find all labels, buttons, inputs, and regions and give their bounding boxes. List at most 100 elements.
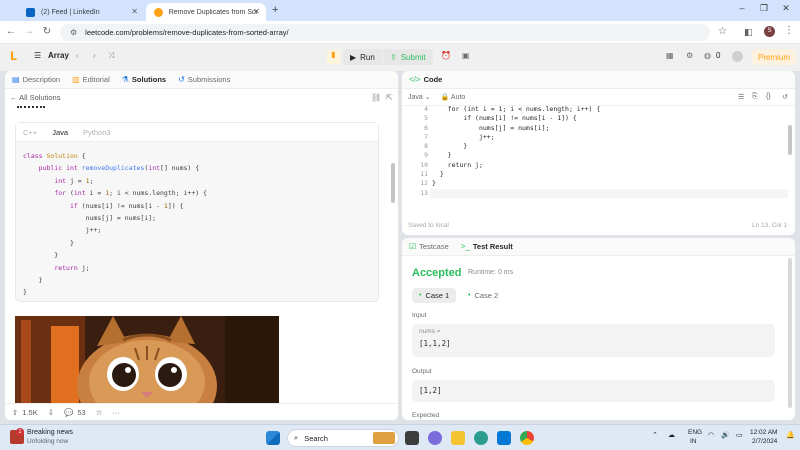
back-icon[interactable]: ← (4, 26, 18, 37)
editor-code[interactable]: for (int i = 1; i < nums.length; i++) { … (432, 105, 600, 198)
close-icon[interactable]: ✕ (131, 7, 138, 16)
chevron-up-icon[interactable]: ⌃ (652, 431, 658, 439)
tab-description[interactable]: ▤ Description (12, 75, 60, 84)
clock-time[interactable]: 12:02 AM (750, 429, 777, 436)
output-value: [1,2] (419, 386, 442, 395)
code-line: } (432, 151, 452, 160)
upload-icon: ⇪ (390, 52, 397, 62)
lang-tab-java[interactable]: Java (52, 128, 68, 137)
next-problem-icon[interactable]: › (93, 51, 96, 60)
code-line: for (int i = 1; i < nums.length; i++) { (432, 105, 601, 113)
braces-icon[interactable]: {} (766, 93, 771, 100)
favorite-star-icon[interactable]: ☆ (96, 408, 103, 417)
back-arrow-icon: ← (10, 93, 18, 102)
settings-icon[interactable]: ⚙ (686, 51, 693, 60)
reset-icon[interactable]: ↺ (782, 93, 788, 101)
code-line: public int removeDuplicates(int[] nums) … (38, 164, 200, 173)
reload-icon[interactable]: ↻ (40, 26, 54, 37)
maximize-icon[interactable]: ❐ (754, 3, 774, 14)
code-line: } (23, 251, 59, 260)
minimize-icon[interactable]: – (732, 3, 752, 13)
volume-icon[interactable]: 🔊 (721, 431, 730, 439)
case-2-button[interactable]: • Case 2 (461, 288, 505, 303)
description-icon: ▤ (12, 75, 20, 84)
windows-start-icon[interactable] (266, 431, 280, 445)
chat-icon[interactable] (428, 431, 442, 445)
premium-button[interactable]: Premium (752, 49, 797, 65)
close-icon[interactable]: ✕ (253, 7, 260, 16)
prev-problem-icon[interactable]: ‹ (76, 51, 79, 60)
mode-select[interactable]: 🔒 Auto (441, 93, 466, 101)
list-icon[interactable]: ☰ (34, 51, 41, 60)
user-avatar[interactable] (732, 51, 743, 62)
sidepanel-icon[interactable]: ◧ (744, 27, 753, 38)
tab-leetcode[interactable]: Remove Duplicates from Sorte ✕ (146, 3, 266, 21)
bookmark-star-icon[interactable]: ☆ (718, 26, 727, 37)
leetcode-logo-icon[interactable]: ᒪ (10, 50, 21, 63)
wifi-icon[interactable]: ◠ (708, 431, 714, 439)
profile-avatar[interactable]: S (764, 26, 775, 37)
input-var: nums = (419, 328, 441, 335)
language-select[interactable]: Java ⌄ (408, 93, 431, 101)
cloud-icon[interactable]: ☁ (668, 431, 675, 439)
tab-linkedin[interactable]: (2) Feed | LinkedIn ✕ (18, 3, 144, 21)
format-icon[interactable]: ☰ (738, 93, 744, 101)
layout-icon[interactable]: ▦ (666, 51, 674, 60)
notification-icon[interactable]: 🔔 (786, 431, 795, 439)
run-button[interactable]: ▶ Run (343, 49, 382, 65)
case-1-button[interactable]: • Case 1 (412, 288, 457, 303)
tab-testcase[interactable]: ☑ Testcase (409, 242, 449, 251)
bookmark-icon[interactable]: ⎘ (752, 93, 758, 101)
forward-icon[interactable]: → (22, 26, 36, 37)
language-value: Java (408, 94, 423, 101)
taskbar-search[interactable]: ⌕ Search (287, 429, 399, 447)
line-number: 8 (424, 142, 428, 151)
history-icon: ↺ (178, 75, 185, 84)
notes-icon[interactable]: ▣ (462, 51, 470, 60)
link-icon[interactable]: ⛓ (371, 93, 381, 102)
tab-editorial[interactable]: ▥ Editorial (72, 75, 110, 84)
new-tab-button[interactable]: + (272, 4, 278, 16)
submit-button[interactable]: ⇪ Submit (383, 49, 433, 65)
tab-submissions[interactable]: ↺ Submissions (178, 75, 230, 84)
browser-menu-icon[interactable]: ⋮ (784, 25, 794, 36)
problem-list-label[interactable]: Array (48, 51, 69, 60)
downvote-icon[interactable]: ⇩ (48, 408, 54, 417)
battery-icon[interactable]: ▭ (736, 431, 743, 439)
more-icon[interactable]: ··· (112, 408, 120, 417)
debug-icon[interactable]: ▮ (327, 50, 340, 64)
tab-label: Solutions (131, 75, 167, 84)
line-number: 9 (424, 151, 428, 160)
tab-test-result[interactable]: >_ Test Result (461, 242, 513, 251)
lang-top[interactable]: ENG (688, 429, 702, 436)
output-label: Output (412, 368, 432, 375)
edge-icon[interactable] (474, 431, 488, 445)
coin-count: 0 (716, 51, 721, 60)
chrome-icon[interactable] (520, 431, 534, 445)
file-explorer-icon[interactable] (451, 431, 465, 445)
result-scrollbar[interactable] (788, 258, 792, 408)
case-label: Case 1 (425, 291, 450, 300)
comment-icon[interactable]: 💬 (64, 408, 73, 417)
lang-tab-python3[interactable]: Python3 (83, 128, 111, 137)
left-scrollbar[interactable] (391, 163, 395, 203)
timer-icon[interactable]: ⏰ (441, 51, 451, 60)
task-view-icon[interactable] (405, 431, 419, 445)
editor-scrollbar[interactable] (788, 125, 792, 155)
news-title[interactable]: Breaking news (27, 429, 73, 436)
share-icon[interactable]: ⇱ (386, 93, 393, 102)
store-icon[interactable] (497, 431, 511, 445)
news-badge: 1 (16, 428, 24, 436)
site-info-icon[interactable]: ⚙ (70, 28, 77, 37)
window-close-icon[interactable]: ✕ (776, 3, 796, 14)
current-line-highlight (430, 189, 788, 198)
shuffle-icon[interactable]: ⤨ (108, 51, 114, 61)
upvote-icon[interactable]: ⇧ (12, 408, 18, 417)
upvote-count: 1.5K (22, 407, 38, 417)
url-field[interactable]: ⚙ leetcode.com/problems/remove-duplicate… (60, 24, 710, 41)
lang-tab-cpp[interactable]: C++ (23, 128, 37, 137)
tab-code[interactable]: </> Code (409, 75, 442, 84)
all-solutions-link[interactable]: ← All Solutions (10, 93, 60, 102)
tab-solutions[interactable]: ⚗ Solutions (122, 75, 166, 84)
line-number: 10 (420, 160, 428, 169)
